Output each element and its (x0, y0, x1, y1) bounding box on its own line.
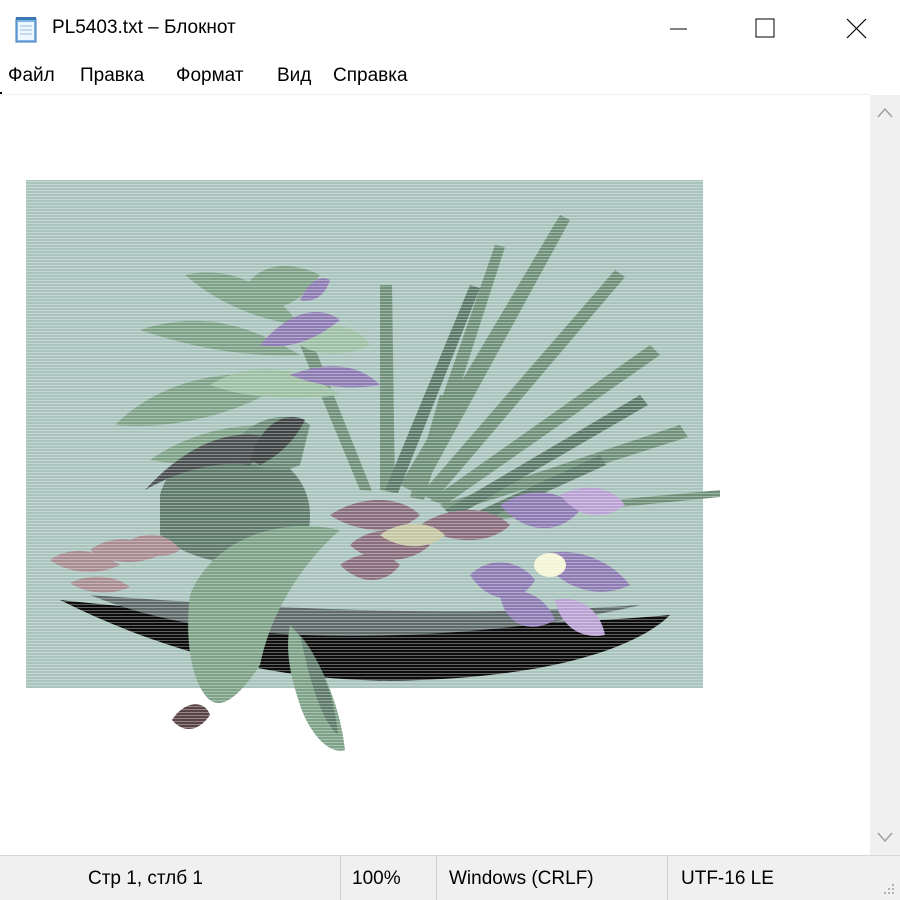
scroll-up-button[interactable] (870, 95, 900, 129)
notepad-icon[interactable] (14, 17, 38, 43)
status-bar: Стр 1, стлб 1 100% Windows (CRLF) UTF-16… (0, 855, 900, 900)
scroll-down-button[interactable] (870, 821, 900, 855)
title-bar[interactable]: PL5403.txt – Блокнот (0, 0, 900, 58)
close-icon (846, 18, 867, 39)
vertical-scrollbar[interactable] (870, 95, 900, 855)
cursor-position: Стр 1, стлб 1 (88, 868, 203, 889)
maximize-icon (755, 18, 775, 38)
menu-file[interactable]: Файл (8, 65, 55, 87)
scroll-down-arrow-icon (877, 832, 893, 843)
minimize-button[interactable] (631, 0, 723, 58)
line-endings: Windows (CRLF) (449, 868, 594, 889)
menu-edit[interactable]: Правка (80, 65, 144, 87)
status-divider (340, 856, 341, 900)
status-divider (667, 856, 668, 900)
window-title: PL5403.txt – Блокнот (52, 17, 236, 38)
maximize-button[interactable] (719, 0, 811, 58)
resize-grip-icon[interactable] (882, 882, 896, 896)
zoom-level: 100% (352, 868, 401, 889)
status-divider (436, 856, 437, 900)
menu-bar: Файл Правка Формат Вид Справка (0, 58, 900, 94)
menu-view[interactable]: Вид (277, 65, 311, 87)
text-editor[interactable] (0, 95, 870, 855)
ascii-art-picture (26, 180, 726, 760)
close-button[interactable] (809, 0, 900, 58)
encoding: UTF-16 LE (681, 868, 774, 889)
scroll-up-arrow-icon (877, 107, 893, 118)
menu-help[interactable]: Справка (333, 65, 408, 87)
menu-format[interactable]: Формат (176, 65, 244, 87)
